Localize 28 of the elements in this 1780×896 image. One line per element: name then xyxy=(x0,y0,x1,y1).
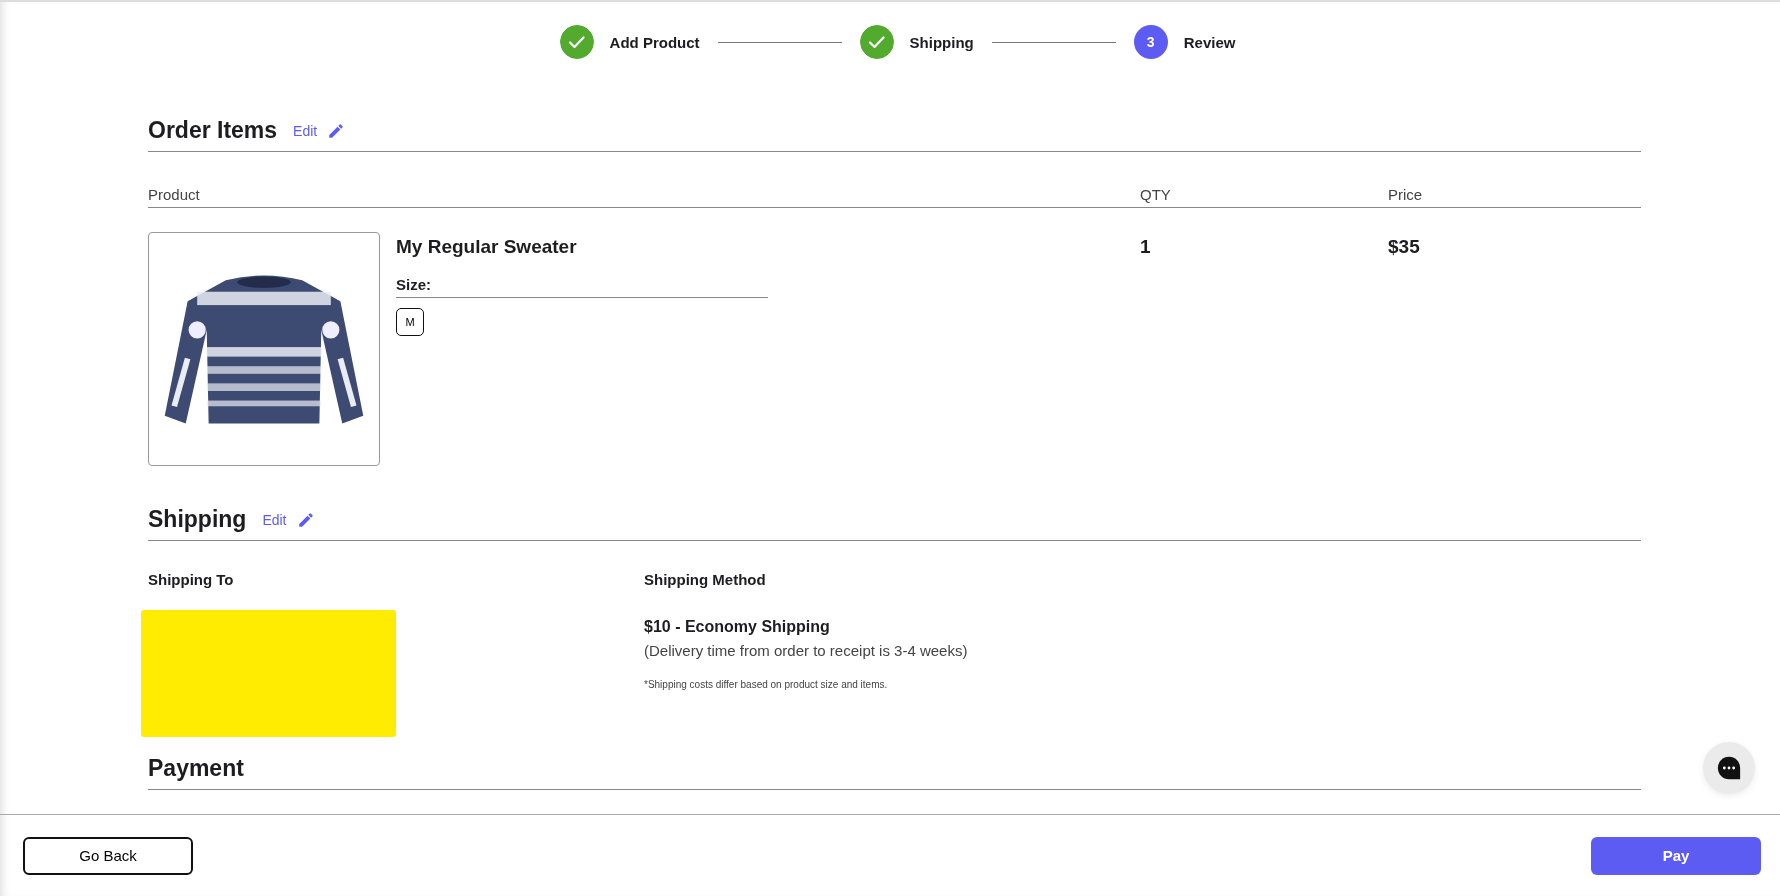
step-label: Add Product xyxy=(609,33,700,51)
pay-button[interactable]: Pay xyxy=(1591,836,1761,875)
size-label: Size: xyxy=(396,276,768,298)
section-title: Order Items xyxy=(148,117,278,144)
step-label: Review xyxy=(1183,33,1236,51)
go-back-button[interactable]: Go Back xyxy=(23,836,193,875)
pencil-icon[interactable] xyxy=(296,510,315,529)
pencil-icon[interactable] xyxy=(327,121,346,140)
quantity-value: 1 xyxy=(1140,236,1152,259)
price-value: $35 xyxy=(1388,236,1421,259)
size-chip[interactable]: M xyxy=(396,308,424,336)
column-header: Product xyxy=(148,186,201,203)
column-header: QTY xyxy=(1140,186,1172,203)
shipping-method-label: Shipping Method xyxy=(644,571,767,588)
step-number: 3 xyxy=(1133,25,1168,59)
shipping-method: $10 - Economy Shipping xyxy=(644,618,831,636)
delivery-time: (Delivery time from order to receipt is 3-4 weeks) xyxy=(644,642,968,659)
step-label: Shipping xyxy=(909,33,974,51)
product-name: My Regular Sweater xyxy=(396,236,578,258)
shipping-to-label: Shipping To xyxy=(148,571,235,588)
chat-icon xyxy=(1716,755,1742,781)
edit-link[interactable]: Edit xyxy=(262,511,287,528)
column-header: Price xyxy=(1388,186,1424,203)
edit-link[interactable]: Edit xyxy=(293,122,318,139)
chat-button[interactable] xyxy=(1703,742,1755,794)
section-title: Payment xyxy=(148,755,244,782)
shipping-note: *Shipping costs differ based on product size and items. xyxy=(644,679,889,690)
section-title: Shipping xyxy=(148,506,247,533)
